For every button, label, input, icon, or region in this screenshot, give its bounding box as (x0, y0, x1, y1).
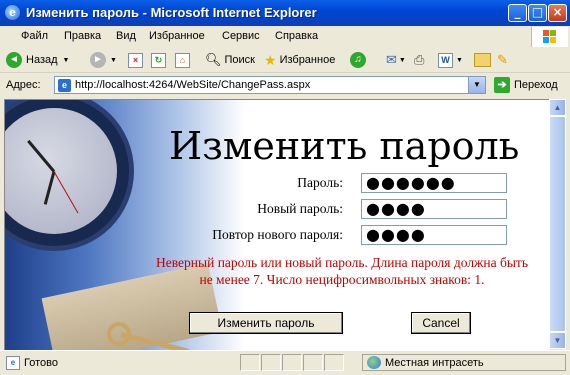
back-button[interactable]: ◄ Назад ▼ (6, 51, 69, 69)
print-button[interactable]: ⎙ (414, 51, 424, 69)
mail-icon: ✉ (386, 52, 397, 67)
status-segment (261, 354, 281, 371)
forward-button[interactable]: ► ▼ (90, 51, 117, 69)
scroll-thumb[interactable] (549, 116, 566, 332)
new-password-label: Новый пароль: (257, 201, 343, 216)
word-icon: W (438, 52, 453, 68)
change-password-button[interactable]: Изменить пароль (189, 312, 343, 334)
status-text: Готово (24, 357, 58, 369)
intranet-globe-icon (367, 356, 381, 369)
home-icon: ⌂ (175, 52, 190, 68)
search-label: Поиск (224, 54, 255, 66)
menu-view[interactable]: Вид (116, 30, 136, 42)
title-bar[interactable]: e Изменить пароль - Microsoft Internet E… (0, 0, 570, 26)
new-password-field[interactable]: ●●●● (361, 199, 507, 219)
status-segment (240, 354, 260, 371)
messenger-button[interactable]: ✎ (497, 51, 508, 69)
address-input[interactable]: e http://localhost:4264/WebSite/ChangePa… (54, 76, 486, 94)
status-bar: e Готово Местная интрасеть (0, 350, 570, 375)
scroll-down-icon[interactable]: ▼ (549, 332, 566, 349)
close-button[interactable]: × (548, 4, 567, 22)
window-title: Изменить пароль - Microsoft Internet Exp… (26, 5, 317, 20)
maximize-button[interactable]: □ (528, 4, 547, 22)
star-icon: ★ (264, 51, 277, 68)
minimize-button[interactable]: _ (508, 4, 527, 22)
password-field[interactable]: ●●●●●● (361, 173, 507, 193)
forward-arrow-icon: ► (90, 52, 106, 68)
back-arrow-icon: ◄ (6, 52, 22, 68)
confirm-password-field[interactable]: ●●●● (361, 225, 507, 245)
address-label: Адрес: (6, 79, 41, 91)
scroll-up-icon[interactable]: ▲ (549, 99, 566, 116)
ie-logo-icon: e (5, 5, 20, 20)
clock-icon (5, 100, 129, 246)
discuss-button[interactable] (474, 51, 491, 69)
address-dropdown-icon[interactable]: ▼ (468, 77, 485, 93)
address-bar: Адрес: e http://localhost:4264/WebSite/C… (0, 73, 570, 97)
search-icon: 🔍︎ (205, 52, 222, 67)
menu-tools[interactable]: Сервис (222, 30, 260, 42)
go-arrow-icon: ➔ (494, 77, 510, 93)
address-url: http://localhost:4264/WebSite/ChangePass… (75, 79, 311, 91)
toolbar: ◄ Назад ▼ ► ▼ × ↻ ⌂ 🔍︎ Поиск ★ Избранное… (0, 48, 570, 73)
menu-help[interactable]: Справка (275, 30, 318, 42)
stop-icon: × (128, 52, 143, 68)
messenger-icon: ✎ (497, 52, 508, 67)
page-icon: e (58, 79, 71, 92)
windows-logo-icon (531, 27, 568, 47)
folder-icon (474, 53, 491, 67)
done-page-icon: e (6, 356, 20, 370)
home-button[interactable]: ⌂ (175, 51, 190, 69)
security-zone: Местная интрасеть (362, 354, 566, 371)
menu-edit[interactable]: Правка (64, 30, 101, 42)
page-viewport: Изменить пароль Пароль: ●●●●●● Новый пар… (4, 99, 550, 350)
menu-bar: Файл Правка Вид Избранное Сервис Справка (0, 26, 570, 49)
refresh-button[interactable]: ↻ (151, 51, 166, 69)
mail-button[interactable]: ✉ ▼ (386, 51, 406, 69)
cancel-button[interactable]: Cancel (411, 312, 471, 334)
favorites-label: Избранное (279, 54, 336, 66)
menu-favorites[interactable]: Избранное (149, 30, 205, 42)
status-segment (324, 354, 344, 371)
search-button[interactable]: 🔍︎ Поиск (205, 51, 255, 69)
stop-button[interactable]: × (128, 51, 143, 69)
page-title: Изменить пароль (169, 124, 520, 168)
password-label: Пароль: (297, 175, 343, 190)
go-button[interactable]: ➔ Переход (494, 77, 558, 93)
status-segment (282, 354, 302, 371)
menu-file[interactable]: Файл (21, 30, 48, 42)
media-button[interactable]: ♫ (350, 51, 370, 69)
confirm-password-label: Повтор нового пароля: (212, 227, 343, 242)
favorites-button[interactable]: ★ Избранное (264, 51, 335, 69)
refresh-icon: ↻ (151, 52, 166, 68)
print-icon: ⎙ (414, 52, 425, 67)
error-message: Неверный пароль или новый пароль. Длина … (156, 255, 528, 287)
media-icon: ♫ (350, 52, 366, 68)
zone-text: Местная интрасеть (385, 357, 484, 369)
edit-button[interactable]: W ▼ (438, 51, 463, 69)
go-label: Переход (514, 79, 558, 91)
vertical-scrollbar[interactable]: ▲ ▼ (549, 99, 566, 349)
status-segment (303, 354, 323, 371)
back-label: Назад (26, 54, 58, 66)
